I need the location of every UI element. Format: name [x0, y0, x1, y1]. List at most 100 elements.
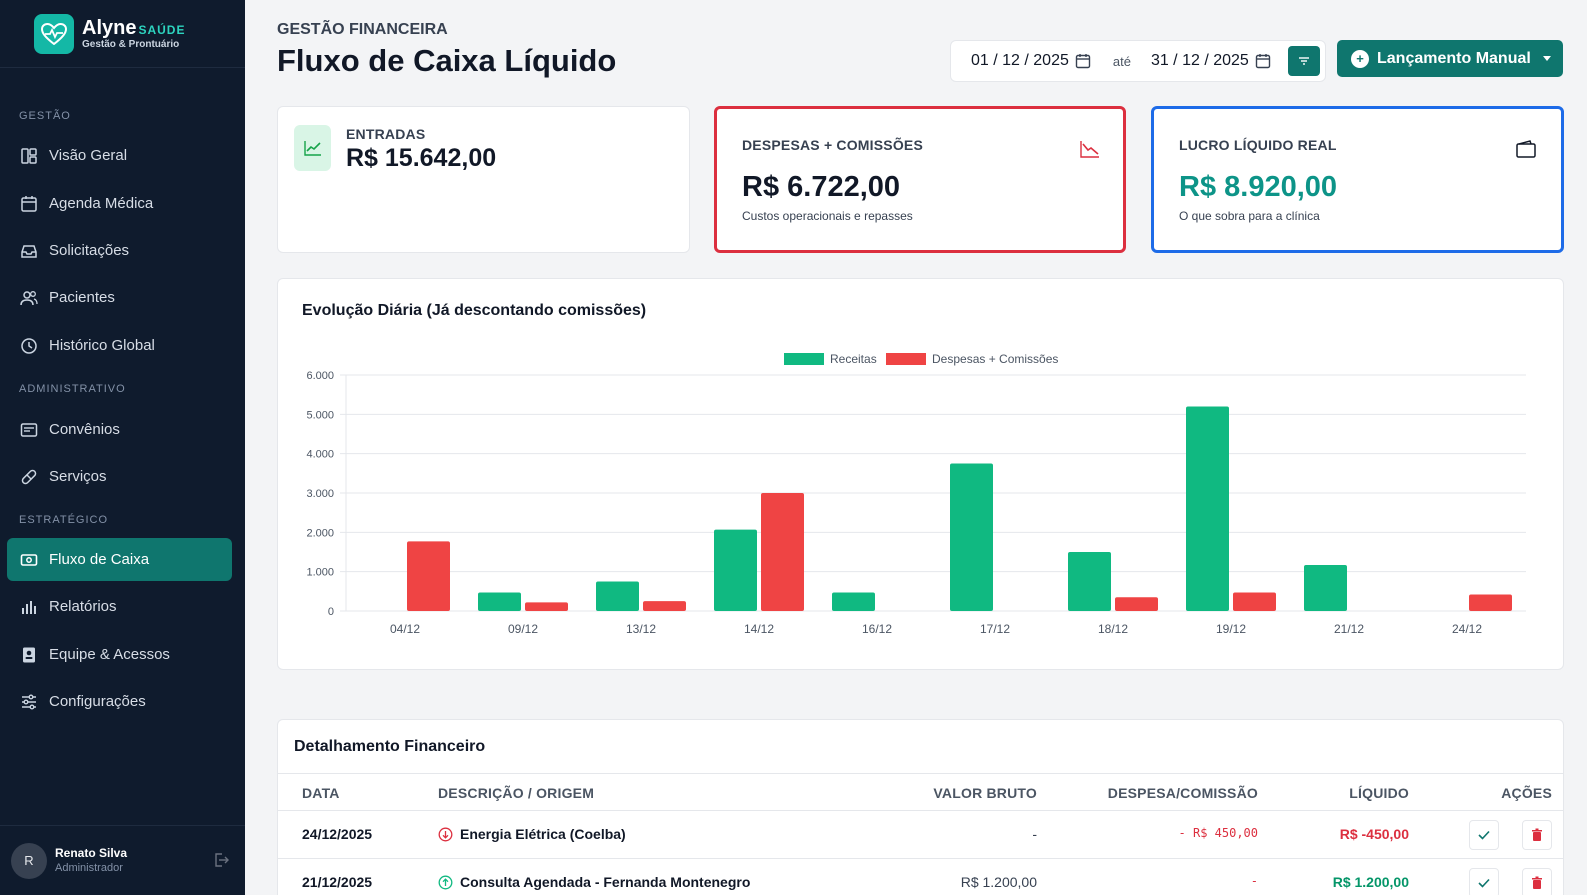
column-header-liquido: LÍQUIDO: [1349, 785, 1409, 801]
kpi-label: LUCRO LÍQUIDO REAL: [1179, 137, 1337, 153]
section-label-administrativo: ADMINISTRATIVO: [19, 383, 126, 395]
sidebar-item-relatorios[interactable]: Relatórios: [7, 585, 232, 628]
sidebar-item-solicitacoes[interactable]: Solicitações: [7, 229, 232, 272]
kpi-card-lucro: LUCRO LÍQUIDO REAL R$ 8.920,00 O que sob…: [1151, 106, 1564, 253]
sidebar-item-equipe[interactable]: Equipe & Acessos: [7, 633, 232, 676]
y-tick-label: 2.000: [306, 527, 334, 539]
delete-button[interactable]: [1522, 820, 1552, 850]
user-profile: R Renato Silva Administrador: [0, 825, 245, 895]
users-icon: [20, 290, 38, 305]
daily-evolution-chart: 0 1.000 2.000 3.000 4.000 5.000 6.000 04/12 09/1…: [306, 352, 1526, 636]
dashboard-icon: [21, 147, 37, 164]
brand-tag: SAÚDE: [138, 23, 186, 37]
chart-card: Evolução Diária (Já descontando comissõe…: [277, 278, 1564, 670]
confirm-button[interactable]: [1469, 820, 1499, 850]
check-icon: [1478, 878, 1490, 888]
row-liquido: R$ -450,00: [1339, 826, 1409, 842]
sliders-icon: [22, 694, 36, 709]
bar-receitas: [478, 592, 521, 611]
bar-receitas: [596, 581, 639, 611]
calendar-icon[interactable]: [1075, 53, 1091, 69]
date-to-input[interactable]: 31 / 12 / 2025: [1151, 52, 1271, 70]
date-separator: até: [1112, 53, 1131, 69]
trash-icon: [1532, 828, 1542, 841]
row-valor-bruto: R$ 1.200,00: [960, 874, 1037, 890]
date-to-value: 31 / 12 / 2025: [1150, 52, 1249, 69]
sidebar-item-historico[interactable]: Histórico Global: [7, 324, 232, 367]
sidebar-item-fluxo-de-caixa[interactable]: Fluxo de Caixa: [7, 538, 232, 581]
pill-icon: [21, 469, 37, 484]
logout-icon[interactable]: [213, 852, 229, 868]
sidebar-item-label: Serviços: [49, 468, 107, 485]
bar-receitas: [1186, 406, 1229, 611]
bar-receitas: [714, 529, 757, 611]
sidebar-item-label: Solicitações: [49, 242, 130, 259]
row-liquido: R$ 1.200,00: [1332, 874, 1409, 890]
x-tick-label: 24/12: [1452, 622, 1482, 636]
y-tick-label: 1.000: [306, 567, 334, 579]
clock-icon: [21, 337, 37, 354]
row-valor-bruto: -: [1032, 826, 1037, 842]
bar-despesas: [1115, 597, 1158, 611]
legend-swatch: [784, 353, 824, 365]
x-tick-label: 09/12: [508, 622, 538, 636]
bar-despesas: [1469, 594, 1512, 611]
delete-button[interactable]: [1522, 868, 1552, 895]
manual-entry-button[interactable]: + Lançamento Manual: [1337, 40, 1563, 77]
row-description-text: Consulta Agendada - Fernanda Montenegro: [460, 874, 751, 890]
row-despesa: -: [1250, 874, 1258, 888]
row-description: Consulta Agendada - Fernanda Montenegro: [438, 874, 750, 890]
table-row: 21/12/2025 Consulta Agendada - Fernanda …: [278, 859, 1563, 895]
bar-receitas: [832, 592, 875, 611]
inbox-icon: [21, 244, 37, 258]
kpi-card-despesas: DESPESAS + COMISSÕES R$ 6.722,00 Custos …: [714, 106, 1126, 253]
x-tick-label: 16/12: [862, 622, 892, 636]
x-tick-label: 19/12: [1216, 622, 1246, 636]
user-name: Renato Silva: [55, 845, 128, 860]
sidebar-item-configuracoes[interactable]: Configurações: [7, 680, 232, 723]
sidebar-item-visao-geral[interactable]: Visão Geral: [7, 134, 232, 177]
section-label-gestao: GESTÃO: [19, 110, 71, 122]
brand[interactable]: Alyne SAÚDE Gestão & Prontuário: [0, 0, 245, 68]
legend-label: Receitas: [830, 352, 877, 366]
row-date: 21/12/2025: [302, 874, 373, 890]
table-header: DATA DESCRIÇÃO / ORIGEM VALOR BRUTO DESP…: [278, 773, 1563, 811]
sidebar-item-label: Relatórios: [49, 598, 117, 615]
calendar-icon[interactable]: [1255, 53, 1271, 69]
x-tick-label: 18/12: [1098, 622, 1128, 636]
date-from-value: 01 / 12 / 2025: [971, 52, 1069, 69]
y-tick-label: 3.000: [306, 488, 334, 500]
x-tick-label: 21/12: [1334, 622, 1364, 636]
arrow-down-circle-icon: [438, 827, 453, 841]
badge-icon: [23, 647, 35, 662]
date-from-input[interactable]: 01 / 12 / 2025: [951, 52, 1091, 70]
column-header-bruto: VALOR BRUTO: [933, 785, 1037, 801]
table-title: Detalhamento Financeiro: [294, 738, 486, 755]
confirm-button[interactable]: [1469, 868, 1499, 895]
x-tick-label: 13/12: [626, 622, 656, 636]
filter-button[interactable]: [1288, 46, 1320, 76]
kpi-card-entradas: ENTRADAS R$ 15.642,00: [277, 106, 690, 253]
column-header-desp: DESPESA/COMISSÃO: [1107, 785, 1258, 801]
kpi-value: R$ 6.722,00: [742, 171, 901, 203]
bar-receitas: [1304, 564, 1347, 611]
kpi-subtitle: O que sobra para a clínica: [1179, 209, 1320, 223]
sidebar-item-pacientes[interactable]: Pacientes: [7, 276, 232, 319]
avatar: R: [11, 842, 47, 879]
sidebar-item-agenda[interactable]: Agenda Médica: [7, 182, 232, 225]
calendar-icon: [21, 195, 37, 212]
sidebar-item-label: Equipe & Acessos: [49, 646, 170, 663]
cash-icon: [20, 553, 38, 566]
sidebar-item-servicos[interactable]: Serviços: [7, 455, 232, 498]
brand-subtitle: Gestão & Prontuário: [82, 39, 180, 50]
row-despesa: - R$ 450,00: [1178, 826, 1258, 840]
financial-detail-table: Detalhamento Financeiro DATA DESCRIÇÃO /…: [277, 719, 1564, 895]
page-title: Fluxo de Caixa Líquido: [277, 43, 617, 78]
bar-despesas: [761, 493, 804, 611]
sidebar-item-convenios[interactable]: Convênios: [7, 408, 232, 451]
kpi-value: R$ 15.642,00: [346, 144, 497, 172]
arrow-up-circle-icon: [438, 875, 453, 889]
sidebar-item-label: Convênios: [49, 421, 120, 438]
trend-up-icon: [294, 125, 331, 171]
card-icon: [20, 422, 38, 437]
